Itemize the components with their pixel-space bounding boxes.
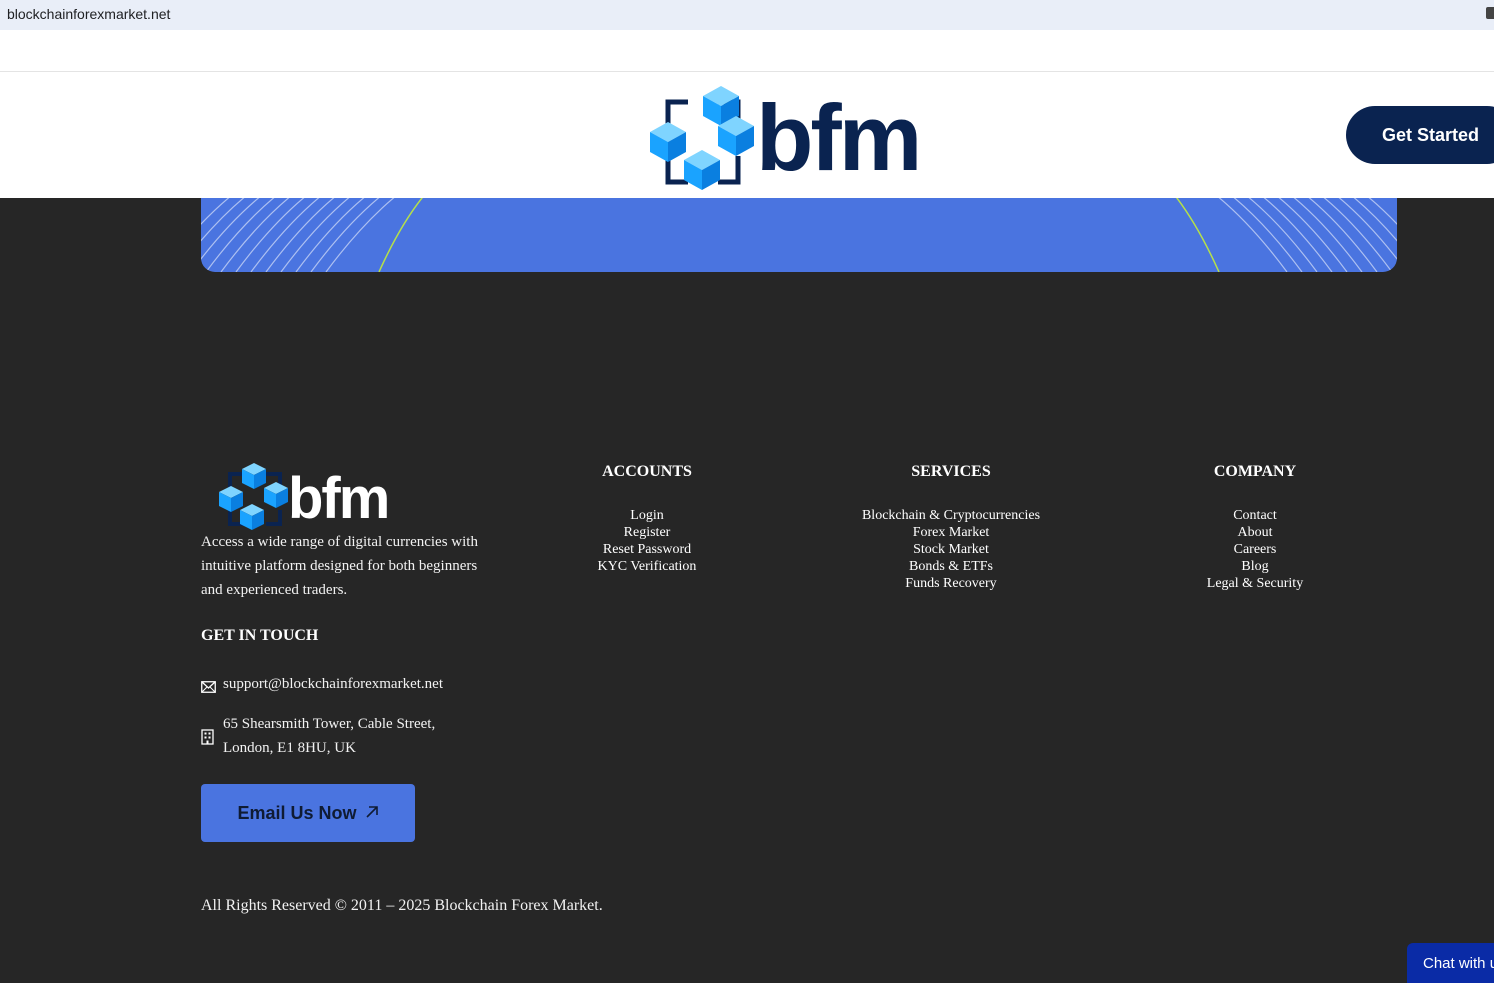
get-started-button[interactable]: Get Started bbox=[1346, 106, 1494, 164]
footer-logo[interactable]: bfm bbox=[218, 462, 418, 537]
column-title-accounts: ACCOUNTS bbox=[602, 463, 692, 480]
column-title-services: SERVICES bbox=[911, 463, 991, 480]
link-reset-password[interactable]: Reset Password bbox=[527, 541, 767, 558]
logo-cube-icon bbox=[650, 86, 754, 190]
address-line-2: London, E1 8HU, UK bbox=[223, 740, 356, 756]
extension-icon[interactable] bbox=[1486, 7, 1494, 19]
link-legal-security[interactable]: Legal & Security bbox=[1135, 575, 1375, 592]
email-us-now-button[interactable]: Email Us Now bbox=[201, 784, 415, 842]
link-about[interactable]: About bbox=[1135, 524, 1375, 541]
site-header: bfm Get Started bbox=[0, 72, 1494, 198]
cta-banner bbox=[201, 198, 1397, 272]
copyright-text: All Rights Reserved © 2011 – 2025 Blockc… bbox=[201, 897, 603, 914]
link-login[interactable]: Login bbox=[527, 507, 767, 524]
link-bonds-etfs[interactable]: Bonds & ETFs bbox=[831, 558, 1071, 575]
link-stock-market[interactable]: Stock Market bbox=[831, 541, 1071, 558]
arrow-up-right-icon bbox=[365, 803, 379, 824]
header-logo-text: bfm bbox=[756, 85, 919, 190]
link-careers[interactable]: Careers bbox=[1135, 541, 1375, 558]
column-title-company: COMPANY bbox=[1213, 463, 1297, 480]
link-blockchain-cryptocurrencies[interactable]: Blockchain & Cryptocurrencies bbox=[831, 507, 1071, 524]
building-icon bbox=[201, 729, 216, 753]
address-line-1: 65 Shearsmith Tower, Cable Street, bbox=[223, 716, 436, 732]
header-logo[interactable]: bfm bbox=[648, 84, 958, 197]
footer-column-accounts: ACCOUNTS Login Register Reset Password K… bbox=[527, 463, 767, 575]
footer-column-company: COMPANY Contact About Careers Blog Legal… bbox=[1135, 463, 1375, 592]
contact-email[interactable]: support@blockchainforexmarket.net bbox=[223, 672, 443, 696]
link-forex-market[interactable]: Forex Market bbox=[831, 524, 1071, 541]
url-text[interactable]: blockchainforexmarket.net bbox=[7, 6, 170, 22]
footer-column-services: SERVICES Blockchain & Cryptocurrencies F… bbox=[831, 463, 1071, 592]
banner-decoration bbox=[201, 198, 1397, 272]
contact-email-row[interactable]: support@blockchainforexmarket.net bbox=[201, 672, 443, 701]
get-in-touch-heading: GET IN TOUCH bbox=[201, 627, 319, 644]
link-kyc-verification[interactable]: KYC Verification bbox=[527, 558, 767, 575]
link-blog[interactable]: Blog bbox=[1135, 558, 1375, 575]
email-us-now-label: Email Us Now bbox=[237, 802, 357, 823]
top-strip bbox=[0, 30, 1494, 72]
link-funds-recovery[interactable]: Funds Recovery bbox=[831, 575, 1071, 592]
footer-logo-text: bfm bbox=[288, 466, 388, 531]
contact-address-row: 65 Shearsmith Tower, Cable Street, Londo… bbox=[201, 712, 435, 760]
chat-widget-button[interactable]: Chat with us bbox=[1407, 943, 1494, 983]
link-register[interactable]: Register bbox=[527, 524, 767, 541]
footer-logo-cube-icon bbox=[219, 463, 288, 530]
footer-about-text: Access a wide range of digital currencie… bbox=[201, 534, 478, 598]
envelope-icon bbox=[201, 677, 216, 701]
browser-address-bar[interactable]: blockchainforexmarket.net bbox=[0, 0, 1494, 30]
link-contact[interactable]: Contact bbox=[1135, 507, 1375, 524]
